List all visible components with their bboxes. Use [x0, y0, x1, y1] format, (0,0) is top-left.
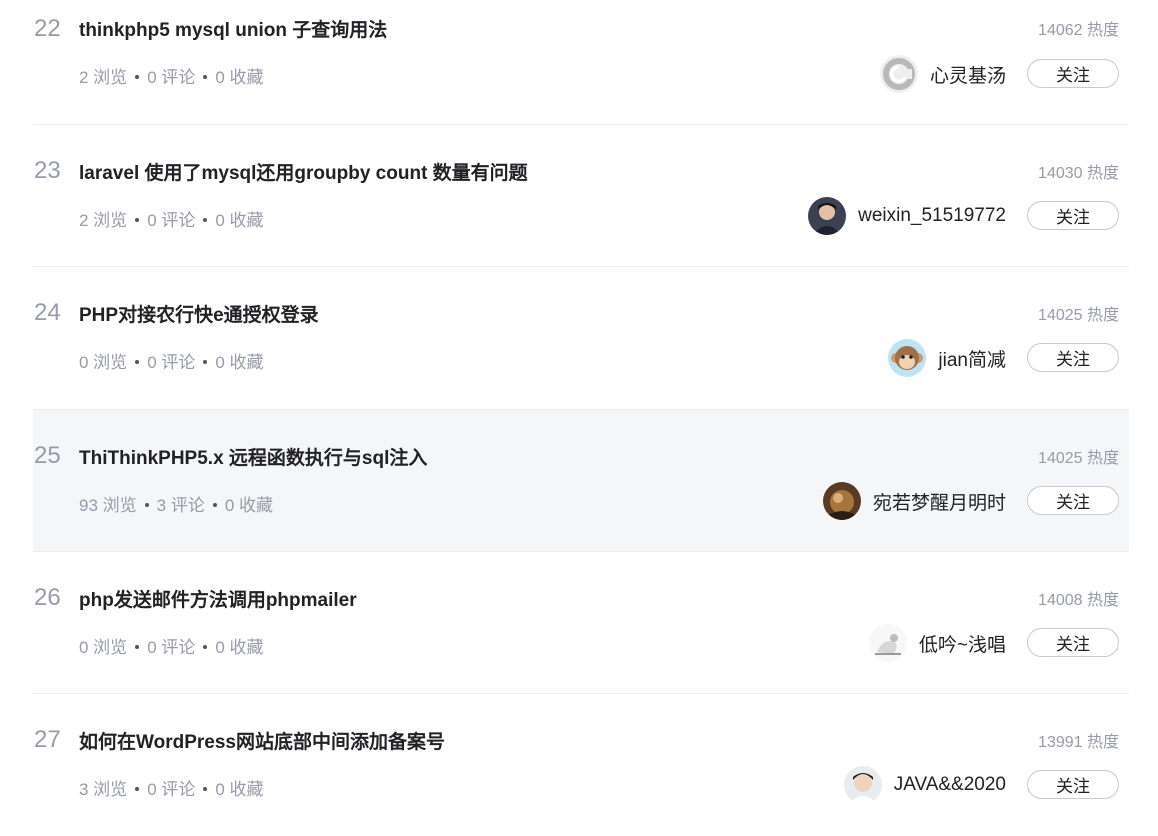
- article-stats: 2 浏览 0 评论 0 收藏: [79, 206, 264, 231]
- follow-button[interactable]: 关注: [1027, 628, 1119, 657]
- author-info[interactable]: 低吟~浅唱: [868, 623, 1006, 663]
- views-count: 2 浏览: [79, 211, 128, 230]
- comments-count: 0 评论: [147, 780, 196, 799]
- hot-count: 14025 热度: [1038, 450, 1119, 467]
- list-item[interactable]: 25 ThiThinkPHP5.x 远程函数执行与sql注入 14025 热度 …: [33, 410, 1129, 552]
- author-name[interactable]: JAVA&&2020: [894, 774, 1006, 796]
- views-count: 0 浏览: [79, 638, 128, 657]
- author-name[interactable]: 心灵基汤: [930, 61, 1006, 88]
- views-count: 0 浏览: [79, 353, 128, 372]
- comments-count: 3 评论: [156, 496, 205, 515]
- list-item[interactable]: 27 如何在WordPress网站底部中间添加备案号 13991 热度 3 浏览…: [33, 694, 1129, 836]
- avatar[interactable]: [808, 197, 847, 235]
- separator-dot: [203, 217, 208, 222]
- follow-button[interactable]: 关注: [1027, 201, 1119, 230]
- avatar[interactable]: [888, 339, 927, 377]
- list-item[interactable]: 24 PHP对接农行快e通授权登录 14025 热度 0 浏览 0 评论 0 收藏 …: [33, 267, 1129, 410]
- views-count: 3 浏览: [79, 780, 128, 799]
- separator-dot: [212, 502, 217, 507]
- avatar[interactable]: [822, 482, 861, 520]
- favorites-count: 0 收藏: [215, 780, 264, 799]
- article-title[interactable]: PHP对接农行快e通授权登录: [79, 300, 319, 327]
- separator-dot: [144, 502, 149, 507]
- separator-dot: [203, 359, 208, 364]
- separator-dot: [203, 74, 208, 79]
- separator-dot: [135, 359, 140, 364]
- views-count: 2 浏览: [79, 68, 128, 87]
- article-list: 22 thinkphp5 mysql union 子查询用法 14062 热度 …: [33, 0, 1129, 836]
- comments-count: 0 评论: [147, 68, 196, 87]
- favorites-count: 0 收藏: [215, 211, 264, 230]
- article-title[interactable]: thinkphp5 mysql union 子查询用法: [79, 15, 387, 42]
- article-stats: 93 浏览 3 评论 0 收藏: [79, 491, 273, 516]
- list-item[interactable]: 22 thinkphp5 mysql union 子查询用法 14062 热度 …: [33, 0, 1129, 125]
- author-name[interactable]: jian简减: [938, 345, 1006, 372]
- separator-dot: [203, 644, 208, 649]
- rank-number: 24: [34, 299, 61, 326]
- separator-dot: [135, 786, 140, 791]
- avatar[interactable]: [879, 55, 918, 93]
- favorites-count: 0 收藏: [215, 68, 264, 87]
- article-stats: 3 浏览 0 评论 0 收藏: [79, 775, 264, 800]
- article-title[interactable]: php发送邮件方法调用phpmailer: [79, 585, 357, 612]
- comments-count: 0 评论: [147, 353, 196, 372]
- rank-number: 22: [34, 15, 61, 42]
- rank-number: 27: [34, 726, 61, 753]
- rank-number: 23: [34, 157, 61, 184]
- separator-dot: [203, 786, 208, 791]
- author-info[interactable]: weixin_51519772: [808, 196, 1006, 236]
- views-count: 93 浏览: [79, 496, 137, 515]
- follow-button[interactable]: 关注: [1027, 343, 1119, 372]
- article-title[interactable]: laravel 使用了mysql还用groupby count 数量有问题: [79, 158, 528, 185]
- hot-count: 14062 热度: [1038, 22, 1119, 39]
- hot-count: 14030 热度: [1038, 165, 1119, 182]
- article-title[interactable]: ThiThinkPHP5.x 远程函数执行与sql注入: [79, 443, 427, 470]
- author-info[interactable]: JAVA&&2020: [843, 765, 1006, 805]
- favorites-count: 0 收藏: [215, 638, 264, 657]
- list-item[interactable]: 26 php发送邮件方法调用phpmailer 14008 热度 0 浏览 0 评…: [33, 552, 1129, 694]
- author-info[interactable]: 心灵基汤: [879, 54, 1006, 94]
- author-name[interactable]: 宛若梦醒月明时: [873, 488, 1006, 515]
- avatar[interactable]: [843, 766, 882, 804]
- separator-dot: [135, 644, 140, 649]
- list-item[interactable]: 23 laravel 使用了mysql还用groupby count 数量有问题…: [33, 125, 1129, 267]
- rank-number: 26: [34, 584, 61, 611]
- hot-count: 14008 热度: [1038, 592, 1119, 609]
- author-name[interactable]: 低吟~浅唱: [919, 630, 1006, 657]
- author-info[interactable]: jian简减: [888, 338, 1006, 378]
- follow-button[interactable]: 关注: [1027, 770, 1119, 799]
- separator-dot: [135, 74, 140, 79]
- article-title[interactable]: 如何在WordPress网站底部中间添加备案号: [79, 727, 445, 754]
- comments-count: 0 评论: [147, 638, 196, 657]
- follow-button[interactable]: 关注: [1027, 486, 1119, 515]
- separator-dot: [135, 217, 140, 222]
- favorites-count: 0 收藏: [224, 496, 274, 515]
- avatar[interactable]: [868, 624, 907, 662]
- hot-count: 13991 热度: [1038, 734, 1119, 751]
- article-stats: 0 浏览 0 评论 0 收藏: [79, 633, 264, 658]
- rank-number: 25: [34, 442, 61, 469]
- comments-count: 0 评论: [147, 211, 196, 230]
- article-stats: 2 浏览 0 评论 0 收藏: [79, 63, 264, 88]
- author-info[interactable]: 宛若梦醒月明时: [822, 481, 1006, 521]
- article-stats: 0 浏览 0 评论 0 收藏: [79, 348, 264, 373]
- author-name[interactable]: weixin_51519772: [858, 205, 1006, 227]
- follow-button[interactable]: 关注: [1027, 59, 1119, 88]
- favorites-count: 0 收藏: [215, 353, 264, 372]
- hot-count: 14025 热度: [1038, 307, 1119, 324]
